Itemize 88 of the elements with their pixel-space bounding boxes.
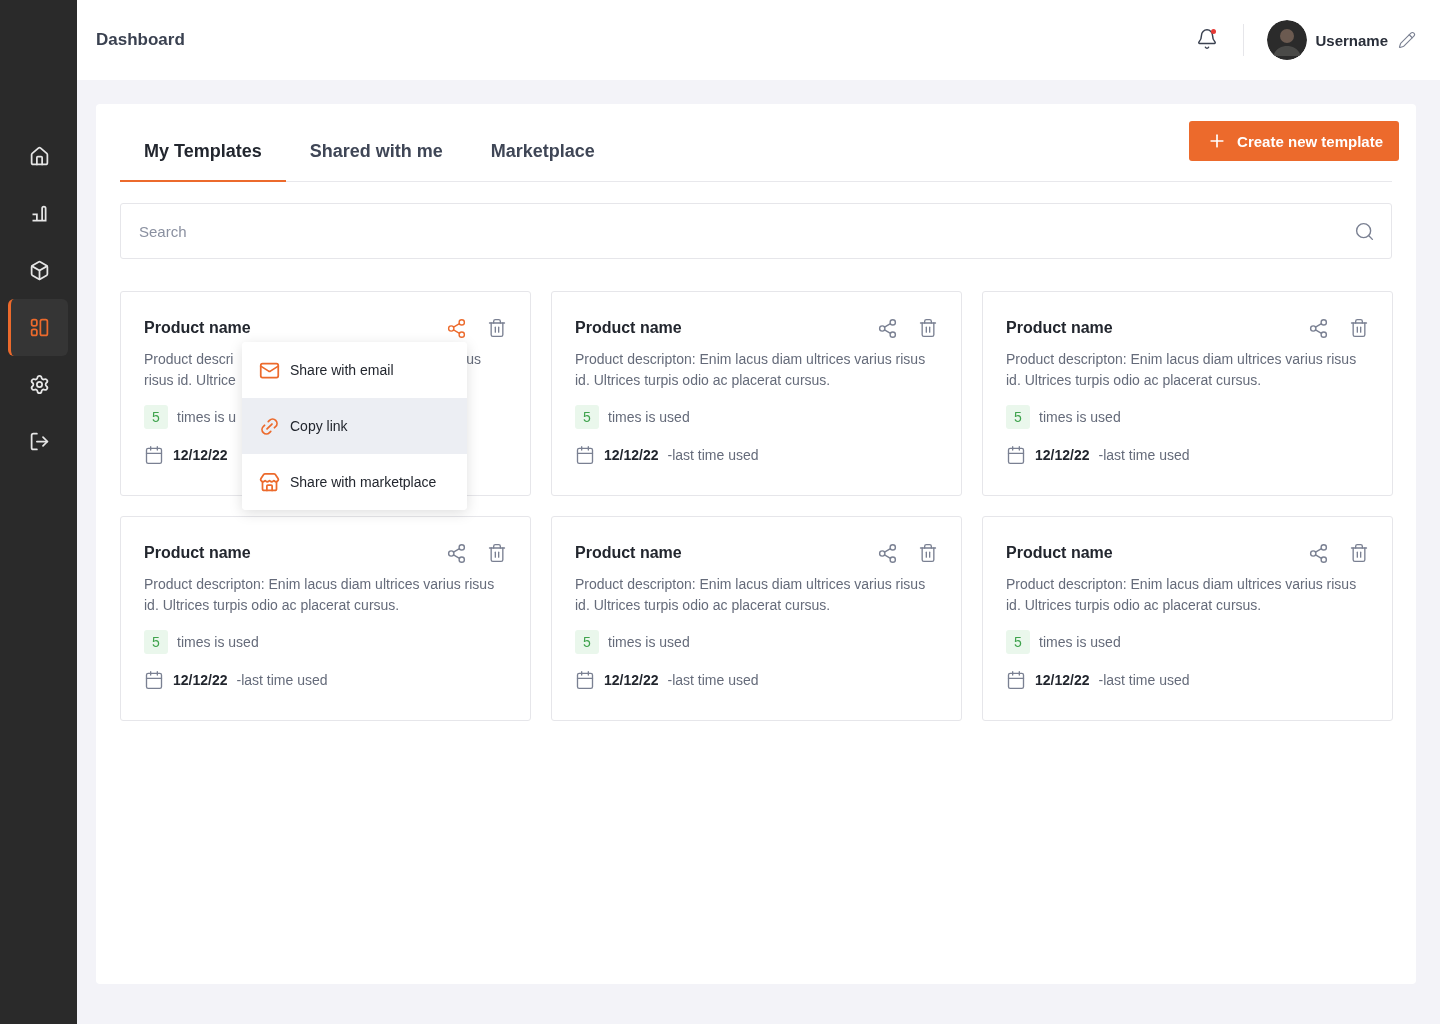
- last-used-date: 12/12/22: [1035, 447, 1090, 463]
- tab[interactable]: Shared with me: [285, 121, 467, 182]
- share-icon: [877, 542, 898, 564]
- last-used-label: -last time used: [1098, 672, 1190, 688]
- delete-button[interactable]: [487, 543, 507, 563]
- description-fragment: us: [466, 350, 481, 369]
- delete-button[interactable]: [1349, 318, 1369, 338]
- avatar: [1267, 20, 1308, 60]
- last-used-date: 12/12/22: [173, 447, 228, 463]
- delete-button[interactable]: [487, 318, 507, 338]
- share-icon: [446, 317, 467, 339]
- description-fragment: risus id. Ultrice: [144, 371, 236, 390]
- share-icon: [446, 542, 467, 564]
- trash-icon: [918, 318, 938, 338]
- usage-label: times is used: [1039, 634, 1121, 650]
- page-title: Dashboard: [96, 30, 186, 50]
- product-description: Product descripton: Enim lacus diam ultrices varius risus id. Ultrices turpis odio ac placerat cursus.: [1006, 350, 1358, 390]
- calendar-icon: [1006, 670, 1026, 690]
- home-icon: [28, 146, 50, 167]
- last-used-date: 12/12/22: [173, 672, 228, 688]
- store-icon: [259, 471, 280, 493]
- search-icon: [1354, 220, 1375, 242]
- share-button[interactable]: [877, 542, 898, 564]
- product-description: Product descripton: Enim lacus diam ultrices varius risus id. Ultrices turpis odio ac placerat cursus.: [1006, 575, 1358, 615]
- trash-icon: [487, 318, 507, 338]
- bell-icon: [1196, 28, 1219, 50]
- menu-item[interactable]: Copy link: [242, 398, 467, 454]
- usage-count: 5: [144, 630, 168, 654]
- share-button[interactable]: [446, 317, 467, 339]
- last-used-date: 12/12/22: [1035, 672, 1090, 688]
- trash-icon: [918, 543, 938, 563]
- share-icon: [877, 317, 898, 339]
- search-field[interactable]: Search: [120, 203, 1392, 259]
- usage-label: times is used: [608, 634, 690, 650]
- layout-icon: [28, 317, 50, 338]
- tab[interactable]: Marketplace: [466, 121, 619, 182]
- logout-icon: [28, 431, 50, 452]
- calendar-icon: [575, 445, 595, 465]
- last-used-label: -last time used: [667, 447, 759, 463]
- last-used-label: -last time used: [236, 672, 328, 688]
- product-name: Product name: [144, 319, 252, 337]
- last-used-date: 12/12/22: [604, 447, 659, 463]
- usage-count: 5: [1006, 630, 1030, 654]
- share-button[interactable]: [446, 542, 467, 564]
- trash-icon: [1349, 543, 1369, 563]
- settings-icon: [28, 374, 50, 395]
- product-description: Product descripton: Enim lacus diam ultrices varius risus id. Ultrices turpis odio ac placerat cursus.: [575, 575, 927, 615]
- trash-icon: [487, 543, 507, 563]
- calendar-icon: [144, 445, 164, 465]
- product-name: Product name: [144, 544, 252, 562]
- delete-button[interactable]: [1349, 543, 1369, 563]
- usage-label: times is used: [177, 634, 259, 650]
- share-button[interactable]: [877, 317, 898, 339]
- product-description: Product descripton: Enim lacus diam ultrices varius risus id. Ultrices turpis odio ac placerat cursus.: [144, 575, 496, 615]
- delete-button[interactable]: [918, 543, 938, 563]
- product-name: Product name: [575, 544, 683, 562]
- delete-button[interactable]: [918, 318, 938, 338]
- share-button[interactable]: [1308, 542, 1329, 564]
- product-name: Product name: [1006, 544, 1114, 562]
- usage-label: times is u: [177, 409, 237, 425]
- sidebar-item[interactable]: [7, 299, 68, 356]
- product-name: Product name: [1006, 319, 1114, 337]
- last-used-label: -last time used: [667, 672, 759, 688]
- product-name: Product name: [575, 319, 683, 337]
- box-icon: [28, 260, 50, 281]
- share-icon: [1308, 317, 1329, 339]
- usage-count: 5: [575, 405, 599, 429]
- usage-label: times is used: [1039, 409, 1121, 425]
- menu-item[interactable]: Share with email: [242, 342, 467, 398]
- pencil-icon: [1398, 31, 1416, 49]
- last-used-label: -last time used: [1098, 447, 1190, 463]
- calendar-icon: [1006, 445, 1026, 465]
- last-used-date: 12/12/22: [604, 672, 659, 688]
- calendar-icon: [575, 670, 595, 690]
- tab[interactable]: My Templates: [120, 121, 286, 182]
- usage-count: 5: [575, 630, 599, 654]
- usage-count: 5: [1006, 405, 1030, 429]
- share-icon: [1308, 542, 1329, 564]
- description-fragment: Product descri: [144, 350, 234, 369]
- username: Username: [1315, 31, 1388, 49]
- product-description: Product descripton: Enim lacus diam ultrices varius risus id. Ultrices turpis odio ac placerat cursus.: [575, 350, 927, 390]
- menu-item[interactable]: Share with marketplace: [242, 454, 467, 510]
- calendar-icon: [144, 670, 164, 690]
- edit-button[interactable]: [1398, 31, 1416, 49]
- usage-count: 5: [144, 405, 168, 429]
- share-button[interactable]: [1308, 317, 1329, 339]
- usage-label: times is used: [608, 409, 690, 425]
- trash-icon: [1349, 318, 1369, 338]
